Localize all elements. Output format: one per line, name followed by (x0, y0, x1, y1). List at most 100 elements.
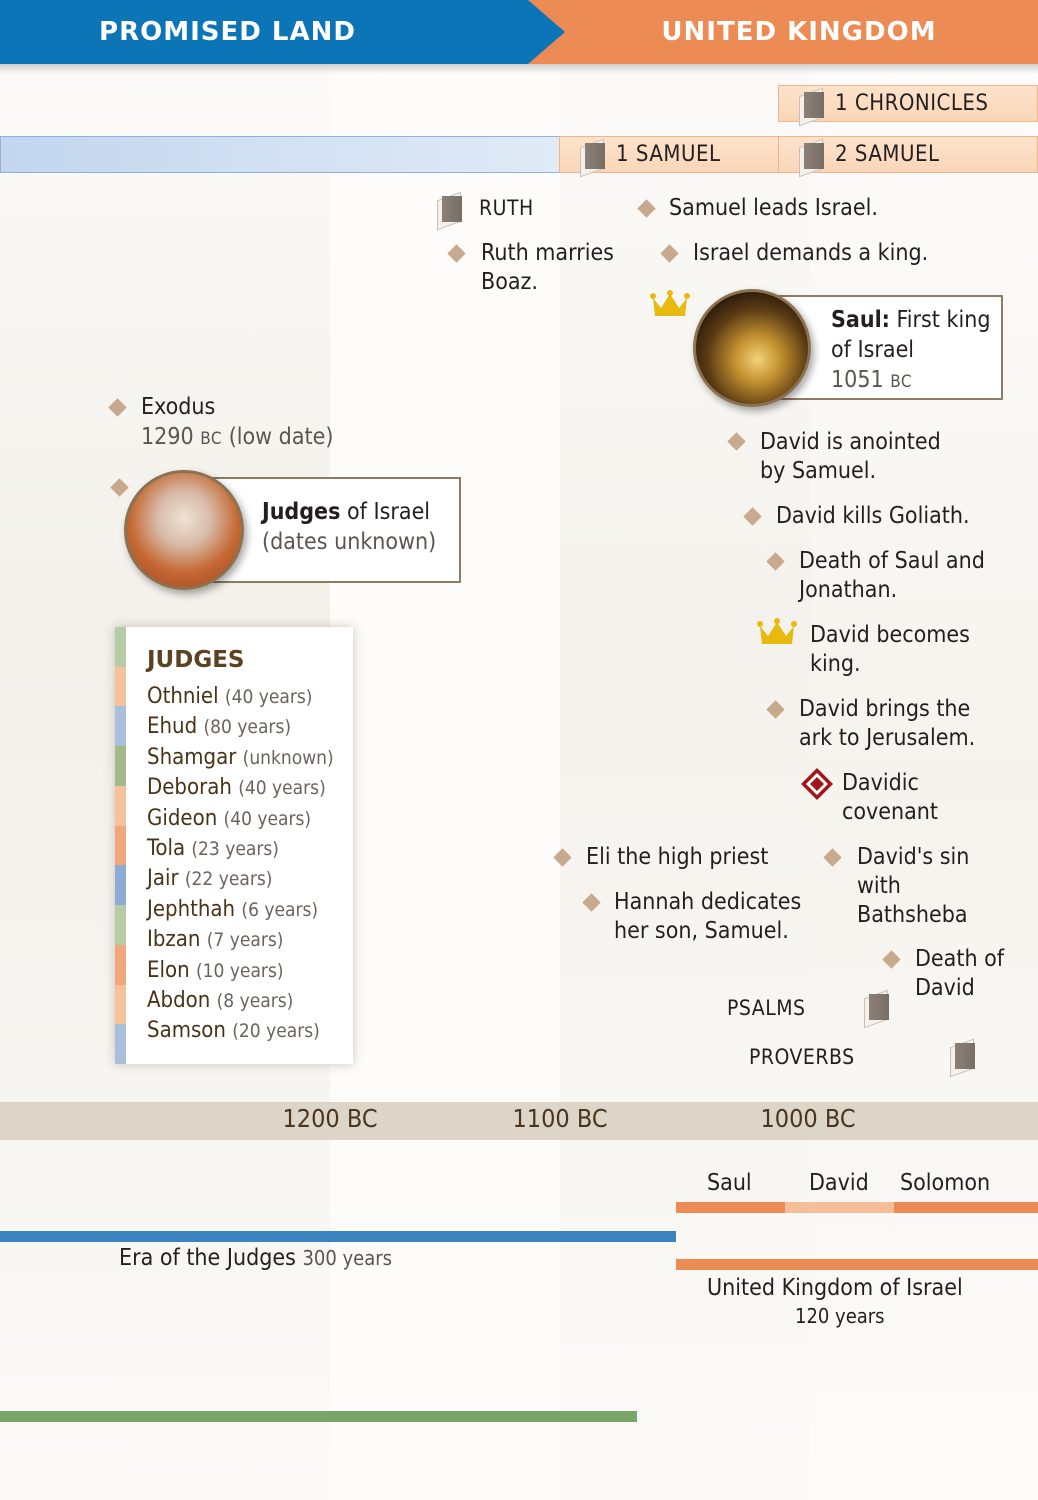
judge-name: Jephthah (147, 896, 236, 922)
era-header-united-kingdom: UNITED KINGDOM (520, 0, 1038, 64)
book-icon (799, 139, 825, 171)
book-label: 2 SAMUEL (835, 142, 940, 167)
judge-name: Jair (147, 866, 179, 892)
judge-list-item: Samson (20 years) (147, 1016, 334, 1046)
crown-icon (650, 290, 690, 316)
book-icon (950, 1039, 976, 1071)
event-david-anointed: David is anointed by Samuel. (760, 429, 941, 484)
callout-title: Judges (262, 499, 341, 525)
tick-label: 1100 BC (512, 1104, 608, 1133)
judge-years: (10 years) (195, 959, 284, 982)
judge-years: (20 years) (232, 1020, 320, 1043)
judge-years: (7 years) (206, 929, 284, 952)
event-david-king: David becomes king. (810, 622, 970, 677)
judge-years: (40 years) (223, 807, 312, 830)
judge-name: Tola (147, 836, 186, 862)
era-title: PROMISED LAND (99, 17, 356, 47)
judges-strip-segment (115, 825, 126, 866)
judge-name: Gideon (147, 805, 218, 831)
judges-strip-segment (115, 746, 126, 786)
judge-name: Othniel (147, 684, 219, 709)
era-label-judges: Era of the Judges 300 years (119, 1245, 393, 1271)
judge-list-item: Jair (22 years) (147, 864, 334, 894)
era-years-united-kingdom: 120 years (795, 1304, 885, 1328)
era-bar-united-kingdom (676, 1259, 1038, 1270)
event-death-david: Death of David (915, 946, 1005, 1001)
event-death-saul: Death of Saul and Jonathan. (799, 548, 985, 603)
king-label-solomon: Solomon (900, 1170, 991, 1196)
judge-name: Ehud (147, 714, 198, 740)
book-label-proverbs: PROVERBS (749, 1045, 855, 1069)
event-exodus: Exodus (141, 394, 216, 420)
judges-strip-segment (115, 984, 126, 1025)
judge-years: (6 years) (241, 898, 319, 921)
callout-text: of Israel (347, 499, 431, 525)
judges-strip-segment (115, 666, 126, 707)
judge-name: Abdon (147, 988, 211, 1014)
judge-statue-medallion-image (124, 470, 244, 590)
book-bar-1-samuel: 1 SAMUEL (559, 136, 779, 173)
reign-bar-david (785, 1202, 894, 1213)
king-label-saul: Saul (707, 1170, 752, 1196)
judges-list: Othniel (40 years) Ehud (80 years) Shamgar… (147, 682, 334, 1047)
book-bar-judges-era (0, 136, 560, 173)
book-bar-2-samuel: 2 SAMUEL (778, 136, 1038, 173)
callout-title: Saul: (831, 307, 890, 333)
judge-list-item: Gideon (40 years) (147, 804, 334, 834)
callout-date: 1051 (831, 367, 884, 393)
judges-list-panel: JUDGES Othniel (40 years) Ehud (80 years)… (115, 627, 353, 1065)
judge-list-item: Elon (10 years) (147, 956, 334, 986)
event-david-ark: David brings the ark to Jerusalem. (799, 696, 976, 751)
judge-years: (80 years) (203, 716, 292, 739)
tick-label: 1200 BC (282, 1104, 378, 1133)
judge-years: (unknown) (242, 746, 334, 769)
judge-name: Elon (147, 957, 190, 983)
judge-list-item: Othniel (40 years) (147, 682, 334, 712)
judge-list-item: Shamgar (unknown) (147, 743, 334, 773)
judge-list-item: Deborah (40 years) (147, 773, 334, 803)
judge-years: (40 years) (238, 777, 326, 800)
reign-bar-solomon (894, 1202, 1038, 1213)
event-eli: Eli the high priest (586, 844, 769, 870)
judges-strip-segment (115, 785, 126, 826)
event-david-sin: David's sin with Bathsheba (857, 844, 970, 928)
judge-name: Samson (147, 1018, 226, 1044)
king-label-david: David (809, 1170, 869, 1196)
judge-list-item: Ibzan (7 years) (147, 925, 334, 955)
event-israel-demands: Israel demands a king. (693, 240, 929, 266)
book-icon (864, 990, 890, 1022)
judges-color-strip (115, 627, 126, 1065)
book-label-ruth: RUTH (479, 196, 534, 220)
judge-name: Shamgar (147, 744, 237, 770)
covenant-icon (801, 768, 833, 800)
callout-note: (dates unknown) (262, 529, 437, 555)
event-samuel-leads: Samuel leads Israel. (669, 195, 878, 221)
book-icon (580, 139, 606, 171)
era-bar-judges (0, 1231, 676, 1242)
judge-list-item: Ehud (80 years) (147, 712, 334, 742)
header-shadow (0, 64, 1038, 74)
era-bar-green (0, 1411, 637, 1422)
callout-era: BC (890, 372, 913, 392)
event-exodus-date: 1290 BC (low date) (141, 424, 334, 450)
book-label-psalms: PSALMS (727, 996, 806, 1020)
book-label: 1 SAMUEL (616, 142, 721, 167)
judge-list-item: Jephthah (6 years) (147, 895, 334, 925)
book-icon (437, 192, 463, 224)
judges-strip-segment (115, 706, 126, 747)
judges-strip-segment (115, 944, 126, 985)
judges-strip-segment (115, 905, 126, 945)
event-hannah: Hannah dedicates her son, Samuel. (614, 889, 802, 944)
judges-strip-segment (115, 627, 126, 667)
judges-list-title: JUDGES (147, 647, 245, 673)
judge-name: Ibzan (147, 927, 201, 953)
judge-years: (23 years) (191, 838, 279, 861)
judge-name: Deborah (147, 775, 232, 801)
tick-label: 1000 BC (760, 1104, 856, 1133)
judge-list-item: Abdon (8 years) (147, 986, 334, 1016)
reign-bar-saul (676, 1202, 785, 1213)
era-label-united-kingdom: United Kingdom of Israel (707, 1275, 963, 1301)
crown-icon (757, 618, 797, 644)
event-david-goliath: David kills Goliath. (776, 503, 970, 529)
event-ruth-marries: Ruth marries Boaz. (481, 240, 614, 295)
